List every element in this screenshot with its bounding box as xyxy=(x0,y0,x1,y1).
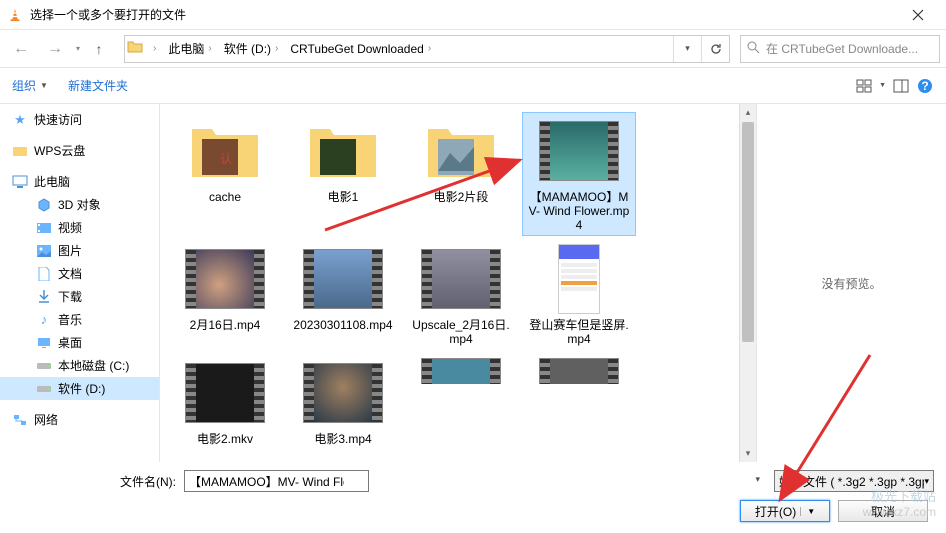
preview-pane: 没有预览。 xyxy=(756,104,946,462)
scroll-thumb[interactable] xyxy=(742,122,754,342)
file-grid: 认 cache 电影1 电影2片段 【MAMAMOO】MV- Wind Flow… xyxy=(160,104,739,462)
scrollbar[interactable]: ▴ ▾ xyxy=(739,104,756,462)
window-title: 选择一个或多个要打开的文件 xyxy=(30,6,898,23)
arrow-up-icon: ↑ xyxy=(96,41,103,57)
view-dropdown-icon[interactable]: ▼ xyxy=(879,82,886,89)
scroll-up-icon[interactable]: ▴ xyxy=(740,104,756,121)
folder-icon xyxy=(125,39,145,58)
disk-icon xyxy=(36,358,52,374)
video-item[interactable]: 登山赛车但是竖屏.mp4 xyxy=(522,240,636,350)
filename-label: 文件名(N): xyxy=(120,473,176,490)
sidebar-item-pictures[interactable]: 图片 xyxy=(0,239,159,262)
video-item[interactable]: 电影3.mp4 xyxy=(286,354,400,450)
video-item[interactable]: 电影2.mkv xyxy=(168,354,282,450)
folder-item[interactable]: 电影1 xyxy=(286,112,400,236)
image-icon xyxy=(36,243,52,259)
scroll-down-icon[interactable]: ▾ xyxy=(740,445,756,462)
star-icon: ★ xyxy=(12,112,28,128)
open-button[interactable]: 打开(O) ▼ xyxy=(740,500,830,522)
filename-input[interactable] xyxy=(184,470,369,492)
document-icon xyxy=(36,266,52,282)
cube-icon xyxy=(36,197,52,213)
open-dropdown-icon[interactable]: ▼ xyxy=(800,507,815,516)
sidebar: ★快速访问 WPS云盘 此电脑 3D 对象 视频 图片 文档 下载 ♪音乐 桌面… xyxy=(0,104,160,462)
folder-item[interactable]: 电影2片段 xyxy=(404,112,518,236)
history-dropdown[interactable]: ▾ xyxy=(76,44,80,53)
refresh-button[interactable] xyxy=(701,36,729,62)
sidebar-item-localdisk-c[interactable]: 本地磁盘 (C:) xyxy=(0,354,159,377)
sidebar-item-3dobjects[interactable]: 3D 对象 xyxy=(0,193,159,216)
pc-icon xyxy=(12,174,28,190)
view-button[interactable] xyxy=(855,77,873,95)
video-icon xyxy=(36,220,52,236)
download-icon xyxy=(36,289,52,305)
search-input[interactable]: 在 CRTubeGet Downloade... xyxy=(740,35,940,63)
video-item[interactable]: 2月16日.mp4 xyxy=(168,240,282,350)
chevron-down-icon: ▾ xyxy=(924,476,929,487)
video-item-selected[interactable]: 【MAMAMOO】MV- Wind Flower.mp4 xyxy=(522,112,636,236)
video-item[interactable]: Upscale_2月16日.mp4 xyxy=(404,240,518,350)
cloud-icon xyxy=(12,143,28,159)
help-button[interactable]: ? xyxy=(916,77,934,95)
organize-dropdown-icon[interactable]: ▼ xyxy=(40,81,48,90)
up-button[interactable]: ↑ xyxy=(84,35,114,63)
video-item[interactable]: 20230301108.mp4 xyxy=(286,240,400,350)
sidebar-item-network[interactable]: 网络 xyxy=(0,408,159,431)
sidebar-item-quickaccess[interactable]: ★快速访问 xyxy=(0,108,159,131)
disk-icon xyxy=(36,381,52,397)
music-icon: ♪ xyxy=(36,312,52,328)
desktop-icon xyxy=(36,335,52,351)
close-button[interactable] xyxy=(898,0,938,30)
watermark: 极光下载站 www.xz7.com xyxy=(863,486,936,519)
forward-button[interactable]: → xyxy=(40,35,70,63)
video-item[interactable] xyxy=(522,354,636,384)
sidebar-item-wpscloud[interactable]: WPS云盘 xyxy=(0,139,159,162)
network-icon xyxy=(12,412,28,428)
preview-toggle-button[interactable] xyxy=(892,77,910,95)
search-icon xyxy=(747,41,760,57)
vlc-icon xyxy=(8,8,22,22)
search-placeholder: 在 CRTubeGet Downloade... xyxy=(766,40,918,57)
sidebar-item-videos[interactable]: 视频 xyxy=(0,216,159,239)
filename-dropdown-icon[interactable]: ▾ xyxy=(755,474,760,485)
breadcrumb-seg[interactable]: 此电脑› xyxy=(164,36,219,62)
chevron-right-icon: › xyxy=(153,43,156,54)
arrow-right-icon: → xyxy=(47,40,63,58)
svg-text:认: 认 xyxy=(220,152,232,166)
address-dropdown[interactable]: ▾ xyxy=(673,36,701,62)
new-folder-button[interactable]: 新建文件夹 xyxy=(68,77,128,94)
sidebar-item-desktop[interactable]: 桌面 xyxy=(0,331,159,354)
back-button[interactable]: ← xyxy=(6,35,36,63)
folder-item[interactable]: 认 cache xyxy=(168,112,282,236)
breadcrumb-seg[interactable]: CRTubeGet Downloaded› xyxy=(286,36,439,62)
video-item[interactable] xyxy=(404,354,518,384)
sidebar-item-thispc[interactable]: 此电脑 xyxy=(0,170,159,193)
sidebar-item-downloads[interactable]: 下载 xyxy=(0,285,159,308)
sidebar-item-software-d[interactable]: 软件 (D:) xyxy=(0,377,159,400)
organize-button[interactable]: 组织 xyxy=(12,77,36,94)
address-bar[interactable]: › 此电脑› 软件 (D:)› CRTubeGet Downloaded› ▾ xyxy=(124,35,730,63)
svg-text:?: ? xyxy=(921,79,928,93)
sidebar-item-music[interactable]: ♪音乐 xyxy=(0,308,159,331)
breadcrumb-seg[interactable]: 软件 (D:)› xyxy=(220,36,287,62)
preview-text: 没有预览。 xyxy=(821,275,881,292)
arrow-left-icon: ← xyxy=(13,40,29,58)
sidebar-item-documents[interactable]: 文档 xyxy=(0,262,159,285)
